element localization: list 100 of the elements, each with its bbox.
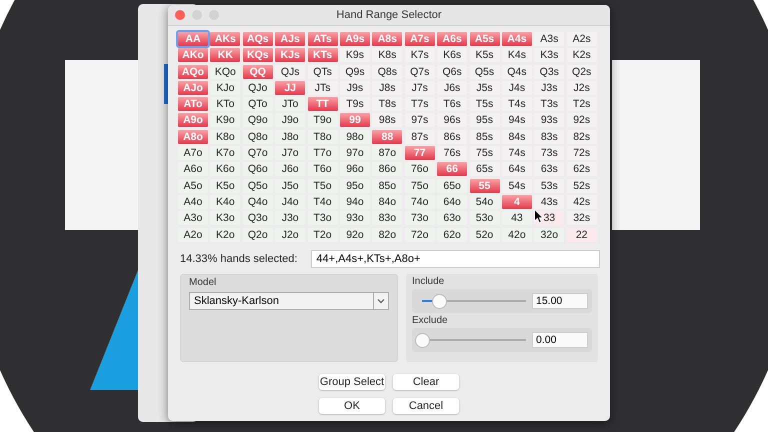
hand-cell[interactable]: 52o bbox=[470, 228, 500, 242]
hand-cell[interactable]: K9s bbox=[340, 48, 370, 62]
hand-cell[interactable]: K4s bbox=[502, 48, 532, 62]
hand-cell[interactable]: 63s bbox=[534, 162, 564, 176]
hand-cell[interactable]: Q9s bbox=[340, 64, 370, 79]
hand-cell[interactable]: Q7s bbox=[404, 64, 435, 79]
hand-cell[interactable]: Q4o bbox=[242, 194, 273, 209]
hand-cell[interactable]: A4o bbox=[178, 194, 208, 209]
hand-cell[interactable]: T3s bbox=[534, 97, 564, 112]
hand-cell[interactable]: T6s bbox=[437, 97, 468, 112]
hand-cell[interactable]: J2s bbox=[566, 80, 597, 95]
hand-cell[interactable]: J6s bbox=[437, 80, 468, 95]
hand-cell[interactable]: 94s bbox=[502, 113, 532, 128]
hand-cell[interactable]: K6s bbox=[437, 48, 468, 62]
hand-cell[interactable]: 76o bbox=[404, 162, 435, 176]
hand-cell[interactable]: JTs bbox=[308, 80, 338, 95]
hand-cell[interactable]: 85s bbox=[470, 130, 500, 144]
hand-cell[interactable]: 96o bbox=[340, 162, 370, 176]
hand-cell[interactable]: T5s bbox=[470, 97, 500, 112]
hand-cell[interactable]: QJo bbox=[242, 80, 273, 95]
value-field[interactable]: 15.00 bbox=[532, 292, 588, 309]
hand-cell[interactable]: 97s bbox=[404, 113, 435, 128]
hand-cell[interactable]: 42s bbox=[566, 194, 597, 209]
hand-cell[interactable]: 54s bbox=[502, 178, 532, 193]
dialog-button[interactable]: Clear bbox=[393, 374, 459, 390]
hand-cell[interactable]: QTs bbox=[308, 64, 338, 79]
dialog-button[interactable]: Group Select bbox=[319, 374, 385, 390]
hand-cell[interactable]: J3s bbox=[534, 80, 564, 95]
hand-cell[interactable]: QJs bbox=[275, 64, 306, 79]
hand-cell[interactable]: 32s bbox=[566, 211, 597, 226]
hand-cell[interactable]: 94o bbox=[340, 194, 370, 209]
hand-cell[interactable]: 86s bbox=[437, 130, 468, 144]
hand-cell[interactable]: 52s bbox=[566, 178, 597, 193]
hand-cell[interactable]: K8s bbox=[372, 48, 402, 62]
hand-cell[interactable]: 72s bbox=[566, 146, 597, 160]
hand-cell[interactable]: T9s bbox=[340, 97, 370, 112]
hand-cell[interactable]: 95o bbox=[340, 178, 370, 193]
hand-cell[interactable]: T4s bbox=[502, 97, 532, 112]
hand-cell[interactable]: 86o bbox=[372, 162, 402, 176]
hand-cell[interactable]: J5s bbox=[470, 80, 500, 95]
hand-cell[interactable]: Q7o bbox=[242, 146, 273, 160]
hand-cell[interactable]: J4o bbox=[275, 194, 306, 209]
hand-cell[interactable]: 65o bbox=[437, 178, 468, 193]
hand-cell[interactable]: 98s bbox=[372, 113, 402, 128]
hand-cell[interactable]: 74s bbox=[502, 146, 532, 160]
hand-cell[interactable]: Q8s bbox=[372, 64, 402, 79]
hand-cell[interactable]: K2s bbox=[566, 48, 597, 62]
hand-cell[interactable]: K5o bbox=[210, 178, 240, 193]
hand-cell[interactable]: J5o bbox=[275, 178, 306, 193]
hand-cell[interactable]: T7o bbox=[308, 146, 338, 160]
hand-cell[interactable]: Q9o bbox=[242, 113, 273, 128]
hand-cell[interactable]: 84o bbox=[372, 194, 402, 209]
hand-cell[interactable]: Q6o bbox=[242, 162, 273, 176]
hand-cell[interactable]: 98o bbox=[340, 130, 370, 144]
hand-cell[interactable]: J4s bbox=[502, 80, 532, 95]
slider-thumb[interactable] bbox=[415, 332, 430, 348]
hand-cell[interactable]: 85o bbox=[372, 178, 402, 193]
hand-cell[interactable]: K7o bbox=[210, 146, 240, 160]
hand-cell[interactable]: 53o bbox=[470, 211, 500, 226]
hand-cell[interactable]: T7s bbox=[404, 97, 435, 112]
hand-cell[interactable]: JTo bbox=[275, 97, 306, 112]
range-field[interactable]: 44+,A4s+,KTs+,A8o+ bbox=[311, 250, 600, 268]
hand-cell[interactable]: 42o bbox=[502, 228, 532, 242]
hand-cell[interactable]: J8o bbox=[275, 130, 306, 144]
hand-cell[interactable]: KTo bbox=[210, 97, 240, 112]
hand-cell[interactable]: K2o bbox=[210, 228, 240, 242]
hand-cell[interactable]: Q3s bbox=[534, 64, 564, 79]
hand-cell[interactable]: 62o bbox=[437, 228, 468, 242]
hand-cell[interactable]: 93o bbox=[340, 211, 370, 226]
hand-cell[interactable]: A3s bbox=[534, 32, 564, 46]
hand-cell[interactable]: 76s bbox=[437, 146, 468, 160]
hand-cell[interactable]: J9o bbox=[275, 113, 306, 128]
hand-cell[interactable]: J7s bbox=[404, 80, 435, 95]
hand-cell[interactable]: 92o bbox=[340, 228, 370, 242]
hand-cell[interactable]: K3o bbox=[210, 211, 240, 226]
hand-cell[interactable]: J9s bbox=[340, 80, 370, 95]
hand-cell[interactable]: K6o bbox=[210, 162, 240, 176]
hand-cell[interactable]: 32o bbox=[534, 228, 564, 242]
hand-cell[interactable]: 65s bbox=[470, 162, 500, 176]
hand-cell[interactable]: T6o bbox=[308, 162, 338, 176]
hand-cell[interactable]: T8o bbox=[308, 130, 338, 144]
hand-cell[interactable]: A2s bbox=[566, 32, 597, 46]
hand-cell[interactable]: 73s bbox=[534, 146, 564, 160]
value-field[interactable]: 0.00 bbox=[532, 332, 588, 348]
hand-cell[interactable]: 93s bbox=[534, 113, 564, 128]
hand-cell[interactable]: 87s bbox=[404, 130, 435, 144]
hand-cell[interactable]: KJo bbox=[210, 80, 240, 95]
hand-cell[interactable]: 75o bbox=[404, 178, 435, 193]
hand-cell[interactable]: 63o bbox=[437, 211, 468, 226]
hand-cell[interactable]: T2s bbox=[566, 97, 597, 112]
hand-cell[interactable]: 82s bbox=[566, 130, 597, 144]
hand-cell[interactable]: 92s bbox=[566, 113, 597, 128]
hand-cell[interactable]: J6o bbox=[275, 162, 306, 176]
hand-cell[interactable]: 83s bbox=[534, 130, 564, 144]
hand-cell[interactable]: A3o bbox=[178, 211, 208, 226]
hand-cell[interactable]: J7o bbox=[275, 146, 306, 160]
hand-cell[interactable]: Q5s bbox=[470, 64, 500, 79]
hand-cell[interactable]: 43s bbox=[534, 194, 564, 209]
hand-cell[interactable]: 82o bbox=[372, 228, 402, 242]
hand-cell[interactable]: 74o bbox=[404, 194, 435, 209]
